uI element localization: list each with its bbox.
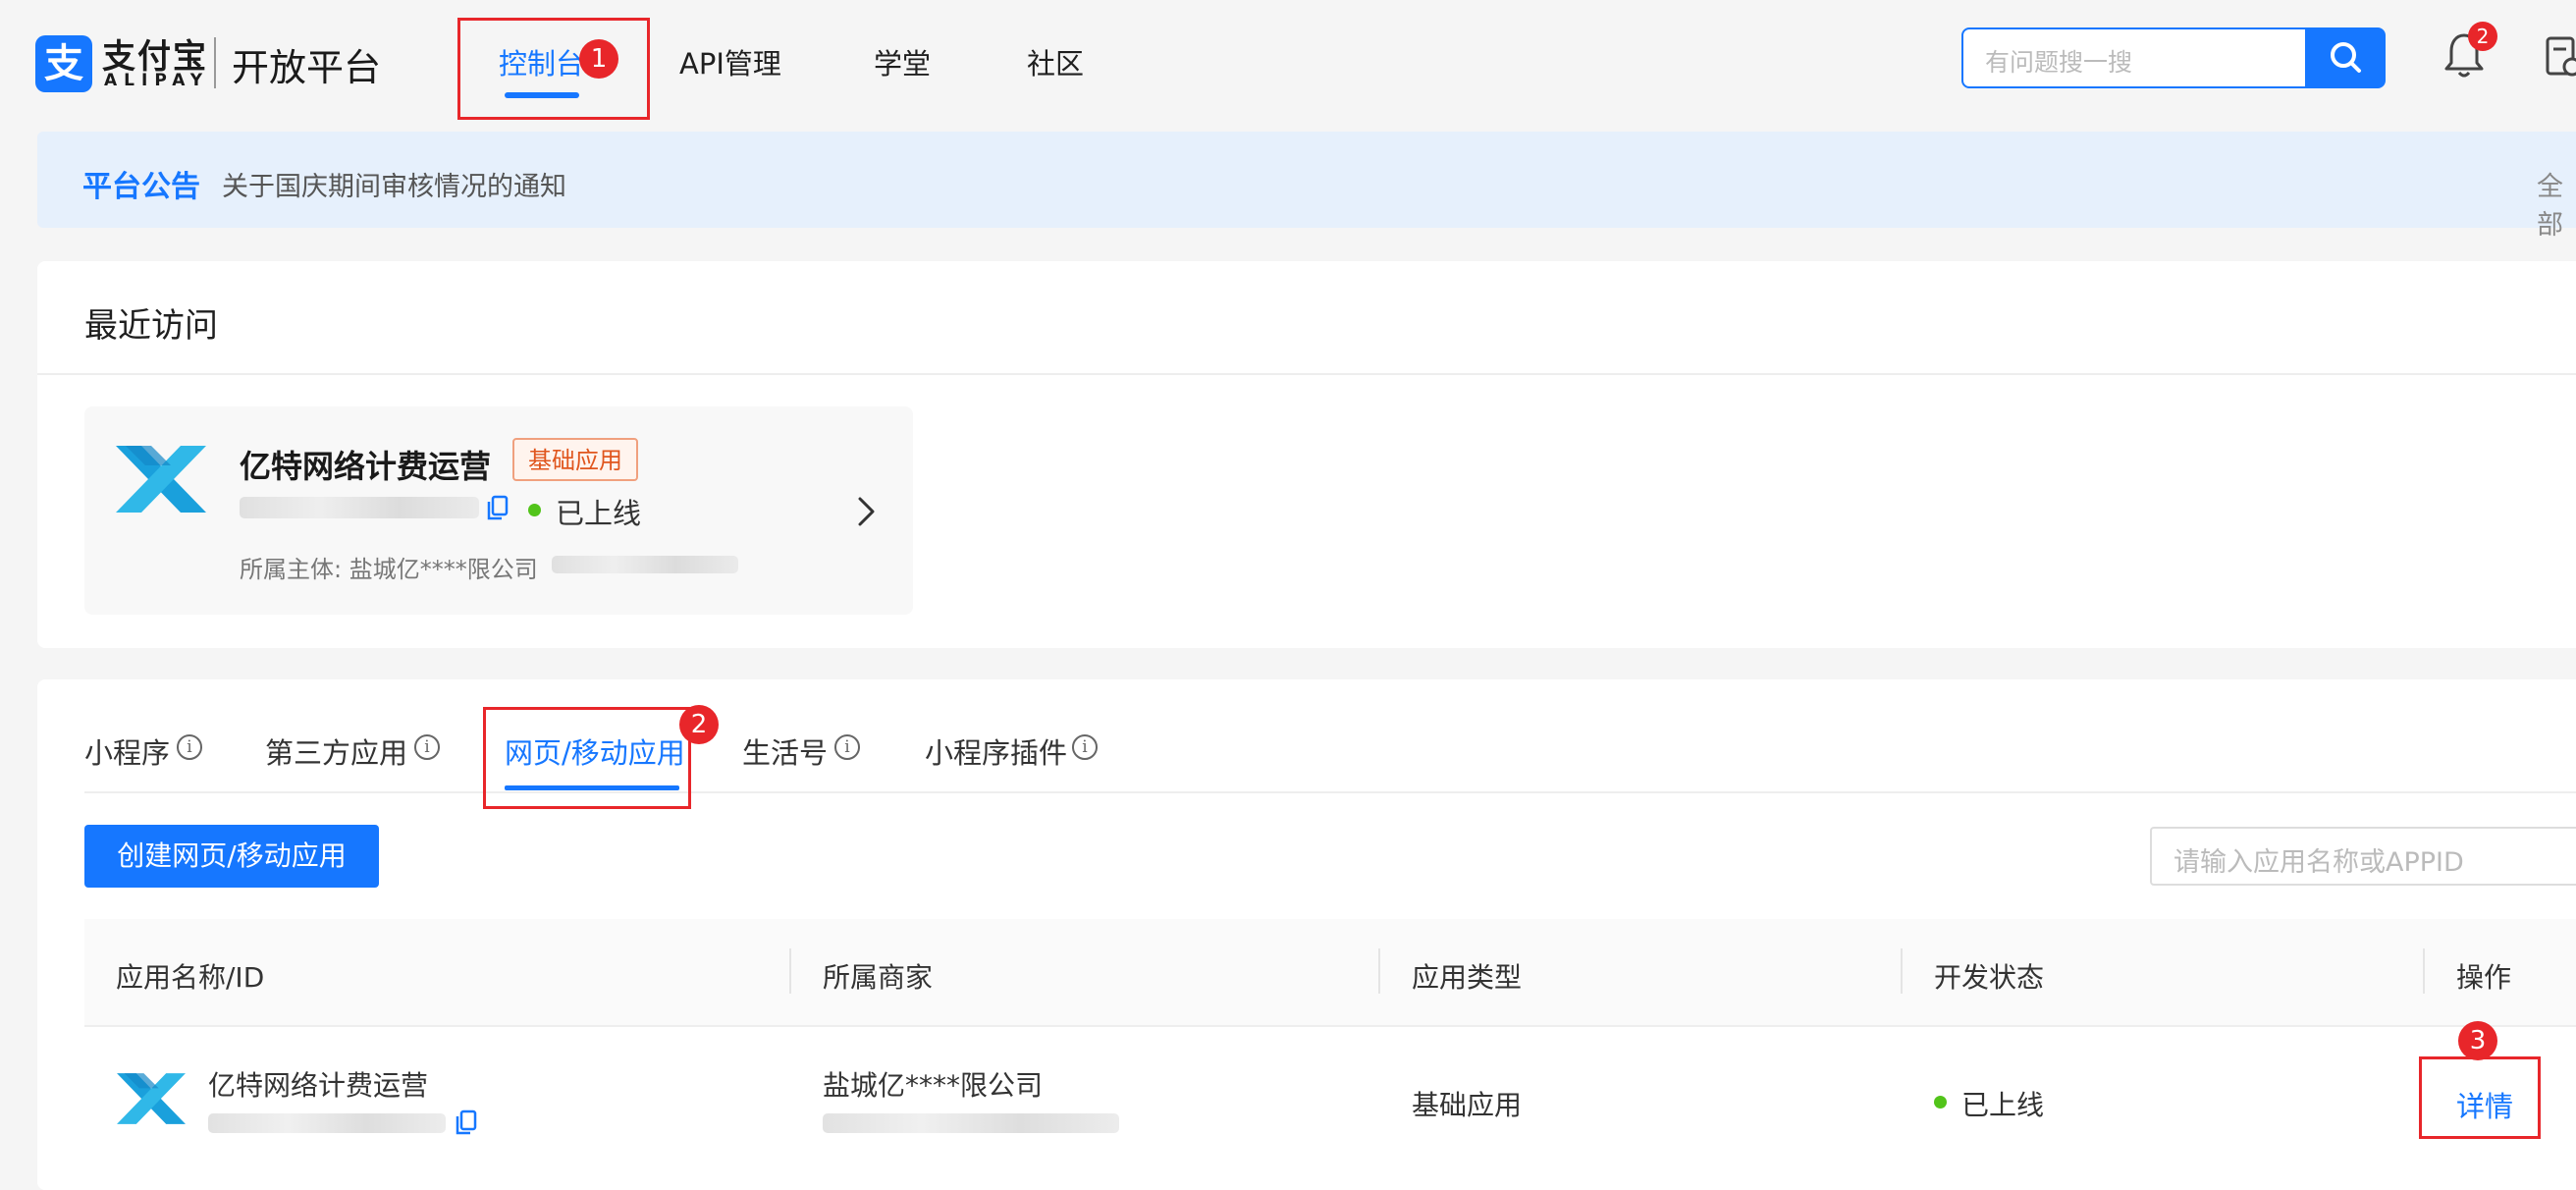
chevron-right-icon[interactable] [856,495,878,528]
app-logo-icon [117,1073,186,1124]
info-icon[interactable]: i [1072,734,1098,760]
info-icon[interactable]: i [414,734,440,760]
app-owner: 所属主体: 盐城亿****限公司 [240,556,538,583]
masked-merchant-id [823,1113,1119,1133]
app-search-input[interactable]: 请输入应用名称或APPID [2150,827,2562,886]
help-search-input[interactable]: 有问题搜一搜 [1961,27,2307,88]
table-cell-app-name: 亿特网络计费运营 [208,1069,429,1102]
recent-app-name: 亿特网络计费运营 [240,448,492,485]
column-separator [1901,948,1903,994]
annotation-badge: 3 [2458,1021,2497,1060]
tab-third-party-app[interactable]: 第三方应用 [265,730,407,772]
column-header-dev-status: 开发状态 [1934,961,2045,994]
table-header [84,919,2576,1027]
announcement-all-link[interactable]: 全部 [2537,165,2576,242]
annotation-highlight-box [483,707,691,809]
status-dot [528,504,541,516]
annotation-badge: 1 [579,39,618,79]
nav-academy[interactable]: 学堂 [874,41,931,82]
app-logo-icon [116,446,206,513]
tab-mini-program[interactable]: 小程序 [84,730,170,772]
masked-appid [240,497,479,518]
app-status: 已上线 [556,497,642,530]
column-header-action: 操作 [2456,961,2512,994]
announcement-link[interactable]: 关于国庆期间审核情况的通知 [222,165,566,203]
panel-divider [37,373,2576,375]
table-cell-app-type: 基础应用 [1412,1089,1523,1121]
column-header-app-type: 应用类型 [1412,961,1523,994]
annotation-highlight-box [457,18,650,120]
announcement-title: 平台公告 [82,170,200,204]
nav-community[interactable]: 社区 [1027,41,1084,82]
column-separator [789,948,791,994]
copy-icon[interactable] [487,495,509,520]
logo-divider [214,37,216,88]
notification-count-badge: 2 [2468,22,2497,51]
logo-subtext: ALIPAY [104,71,210,90]
tab-life-account[interactable]: 生活号 [742,730,828,772]
info-icon[interactable]: i [834,734,860,760]
search-button[interactable] [2307,27,2386,88]
nav-api-management[interactable]: API管理 [679,41,781,82]
column-header-app-name: 应用名称/ID [116,961,265,994]
search-icon [2331,42,2361,73]
create-web-mobile-app-button[interactable]: 创建网页/移动应用 [84,825,379,888]
masked-appid [208,1113,446,1133]
copy-icon[interactable] [456,1109,477,1135]
masked-owner-id [552,556,738,573]
platform-title[interactable]: 开放平台 [232,37,381,91]
tabs-divider [84,791,2576,793]
annotation-badge: 2 [679,705,719,744]
app-type-tag: 基础应用 [512,438,638,481]
column-header-merchant: 所属商家 [823,961,934,994]
annotation-highlight-box [2419,1056,2541,1139]
tab-mini-program-plugin[interactable]: 小程序插件 [925,730,1067,772]
column-separator [2423,948,2425,994]
table-cell-dev-status: 已上线 [1961,1089,2045,1121]
info-icon[interactable]: i [177,734,202,760]
status-dot [1934,1096,1947,1109]
document-check-icon[interactable] [2545,35,2576,79]
recent-visits-heading: 最近访问 [84,306,218,346]
column-separator [1378,948,1380,994]
table-cell-merchant: 盐城亿****限公司 [823,1069,1044,1102]
app-search-button[interactable] [2558,827,2576,886]
alipay-logo-icon[interactable]: 支 [35,35,92,92]
